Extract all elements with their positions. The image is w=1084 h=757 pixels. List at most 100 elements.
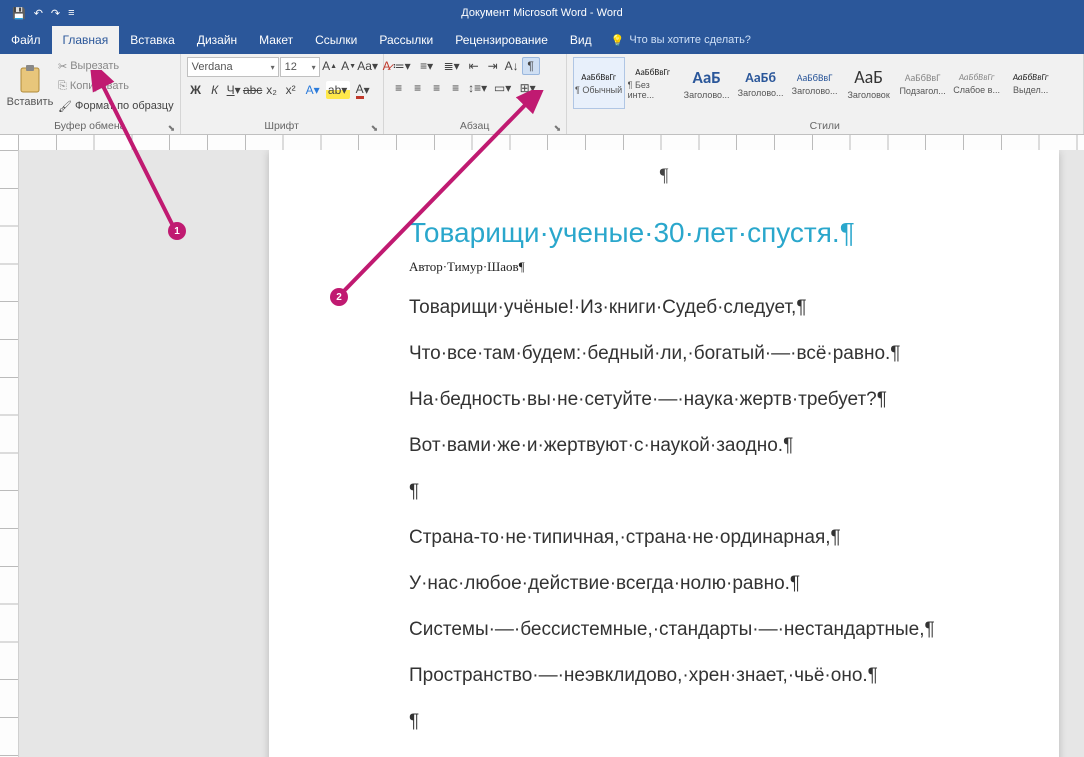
style-item[interactable]: АаБбВвГгСлабое в...	[951, 57, 1003, 109]
font-size-combo[interactable]: 12	[280, 57, 320, 77]
bold-button[interactable]: Ж	[187, 81, 205, 99]
highlight-button[interactable]: ab▾	[326, 81, 350, 99]
paragraph-group-label: Абзац	[390, 120, 560, 134]
change-case-button[interactable]: Aa▾	[359, 57, 377, 75]
align-right-button[interactable]: ≡	[428, 79, 446, 97]
tab-file[interactable]: Файл	[0, 26, 52, 54]
borders-button[interactable]: ⊞▾	[516, 79, 540, 97]
decrease-indent-button[interactable]: ⇤	[465, 57, 483, 75]
shading-button[interactable]: ▭▾	[491, 79, 515, 97]
font-group-label: Шрифт	[187, 120, 377, 134]
style-item[interactable]: АаБбВвГгВыдел...	[1005, 57, 1057, 109]
clipboard-dialog-launcher[interactable]: ⬊	[168, 123, 178, 133]
scissors-icon: ✂	[58, 60, 67, 73]
copy-button[interactable]: ⎘Копировать	[58, 77, 174, 95]
increase-indent-button[interactable]: ⇥	[484, 57, 502, 75]
page[interactable]: ¶ Товарищи·ученые·30·лет·спустя.¶ Автор·…	[269, 150, 1059, 757]
subscript-button[interactable]: x₂	[263, 81, 281, 99]
style-item[interactable]: АаБбВвГПодзагол...	[897, 57, 949, 109]
group-paragraph: ≔▾ ≡▾ ≣▾ ⇤ ⇥ A↓ ¶ ≡ ≡ ≡ ≡ ↕≡▾ ▭▾ ⊞▾	[384, 54, 567, 134]
style-item[interactable]: АаБЗаголово...	[681, 57, 733, 109]
document-author[interactable]: Автор·Тимур·Шаов¶	[409, 259, 1059, 275]
save-icon[interactable]: 💾	[12, 7, 26, 20]
format-painter-label: Формат по образцу	[75, 100, 174, 112]
clipboard-icon	[17, 64, 43, 94]
annotation-badge-2: 2	[330, 288, 348, 306]
annotation-badge-1: 1	[168, 222, 186, 240]
tell-me-search[interactable]: 💡 Что вы хотите сделать?	[611, 26, 751, 54]
document-paragraph[interactable]: ¶	[409, 711, 1059, 733]
document-paragraph[interactable]: Системы·—·бессистемные,·стандарты·—·нест…	[409, 619, 1059, 641]
styles-gallery[interactable]: АаБбВвГг¶ ОбычныйАаБбВвГг¶ Без инте...Аа…	[573, 57, 1057, 109]
italic-button[interactable]: К	[206, 81, 224, 99]
page-scroll[interactable]: ¶ Товарищи·ученые·30·лет·спустя.¶ Автор·…	[19, 150, 1084, 757]
paragraph-dialog-launcher[interactable]: ⬊	[554, 123, 564, 133]
tell-me-label: Что вы хотите сделать?	[629, 34, 751, 46]
grow-font-button[interactable]: A▲	[321, 57, 339, 75]
document-paragraph[interactable]: Товарищи·учёные!·Из·книги·Судеб·следует,…	[409, 297, 1059, 319]
font-dialog-launcher[interactable]: ⬊	[371, 123, 381, 133]
justify-button[interactable]: ≡	[447, 79, 465, 97]
tab-design[interactable]: Дизайн	[186, 26, 248, 54]
tab-mailings[interactable]: Рассылки	[368, 26, 444, 54]
document-paragraph[interactable]: Страна-то·не·типичная,·страна·не·ординар…	[409, 527, 1059, 549]
document-body[interactable]: Товарищи·учёные!·Из·книги·Судеб·следует,…	[409, 297, 1059, 733]
underline-button[interactable]: Ч▾	[225, 81, 243, 99]
lightbulb-icon: 💡	[611, 34, 625, 47]
document-paragraph[interactable]: Пространство·—·неэвклидово,·хрен·знает,·…	[409, 665, 1059, 687]
tab-insert[interactable]: Вставка	[119, 26, 186, 54]
font-color-button[interactable]: A▾	[351, 81, 375, 99]
brush-icon: 🖌	[58, 100, 72, 113]
style-item[interactable]: АаБбВвГг¶ Без инте...	[627, 57, 679, 109]
style-item[interactable]: АаБЗаголовок	[843, 57, 895, 109]
align-center-button[interactable]: ≡	[409, 79, 427, 97]
document-area: ¶ Товарищи·ученые·30·лет·спустя.¶ Автор·…	[0, 150, 1084, 757]
redo-icon[interactable]: ↷	[51, 7, 60, 20]
group-styles: АаБбВвГг¶ ОбычныйАаБбВвГг¶ Без инте...Аа…	[567, 54, 1084, 134]
show-hide-pilcrow-button[interactable]: ¶	[522, 57, 540, 75]
copy-label: Копировать	[70, 80, 129, 92]
cut-label: Вырезать	[70, 60, 119, 72]
document-paragraph[interactable]: ¶	[409, 481, 1059, 503]
tab-view[interactable]: Вид	[559, 26, 603, 54]
copy-icon: ⎘	[58, 80, 67, 93]
paste-label: Вставить	[7, 96, 54, 108]
format-painter-button[interactable]: 🖌Формат по образцу	[58, 97, 174, 115]
tab-review[interactable]: Рецензирование	[444, 26, 559, 54]
cut-button[interactable]: ✂Вырезать	[58, 57, 174, 75]
vertical-ruler[interactable]	[0, 150, 19, 757]
group-clipboard: Вставить ✂Вырезать ⎘Копировать 🖌Формат п…	[0, 54, 181, 134]
font-name-combo[interactable]: Verdana	[187, 57, 279, 77]
ribbon-tabs: Файл Главная Вставка Дизайн Макет Ссылки…	[0, 26, 1084, 54]
sort-button[interactable]: A↓	[503, 57, 521, 75]
customize-qat-icon[interactable]: ≡	[68, 7, 74, 19]
group-font: Verdana 12 A▲ A▼ Aa▾ A̷ Ж К Ч▾ abc x₂ x²…	[181, 54, 384, 134]
style-item[interactable]: АаБбВвГЗаголово...	[789, 57, 841, 109]
tab-layout[interactable]: Макет	[248, 26, 304, 54]
paste-button[interactable]: Вставить	[6, 57, 54, 115]
document-paragraph[interactable]: У·нас·любое·действие·всегда·нолю·равно.¶	[409, 573, 1059, 595]
tab-home[interactable]: Главная	[52, 26, 120, 54]
multilevel-button[interactable]: ≣▾	[440, 57, 464, 75]
empty-center-paragraph: ¶	[409, 165, 919, 187]
document-paragraph[interactable]: Что·все·там·будем:·бедный·ли,·богатый·—·…	[409, 343, 1059, 365]
align-left-button[interactable]: ≡	[390, 79, 408, 97]
style-item[interactable]: АаБбВвГг¶ Обычный	[573, 57, 625, 109]
ribbon: Вставить ✂Вырезать ⎘Копировать 🖌Формат п…	[0, 54, 1084, 135]
bullets-button[interactable]: ≔▾	[390, 57, 414, 75]
shrink-font-button[interactable]: A▼	[340, 57, 358, 75]
title-bar: 💾 ↶ ↷ ≡ Документ Microsoft Word - Word	[0, 0, 1084, 26]
document-paragraph[interactable]: Вот·вами·же·и·жертвуют·с·наукой·заодно.¶	[409, 435, 1059, 457]
document-heading[interactable]: Товарищи·ученые·30·лет·спустя.¶	[409, 217, 1059, 249]
numbering-button[interactable]: ≡▾	[415, 57, 439, 75]
style-item[interactable]: АаБбЗаголово...	[735, 57, 787, 109]
undo-icon[interactable]: ↶	[34, 7, 43, 20]
text-effects-button[interactable]: A▾	[301, 81, 325, 99]
clipboard-group-label: Буфер обмена	[6, 120, 174, 134]
styles-group-label: Стили	[573, 120, 1077, 134]
document-paragraph[interactable]: На·бедность·вы·не·сетуйте·—·наука·жертв·…	[409, 389, 1059, 411]
tab-references[interactable]: Ссылки	[304, 26, 368, 54]
strikethrough-button[interactable]: abc	[244, 81, 262, 99]
superscript-button[interactable]: x²	[282, 81, 300, 99]
line-spacing-button[interactable]: ↕≡▾	[466, 79, 490, 97]
